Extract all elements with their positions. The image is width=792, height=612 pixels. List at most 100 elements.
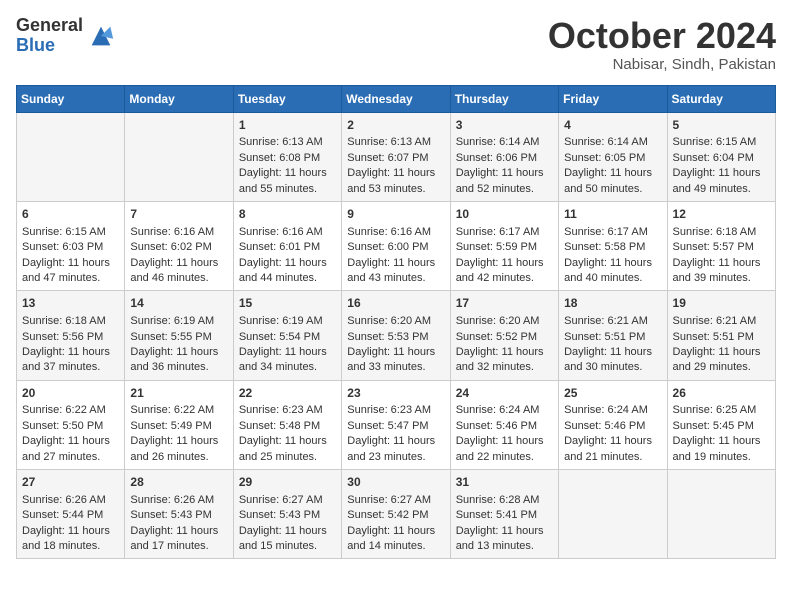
day-number: 27 <box>22 474 119 491</box>
sunset: Sunset: 5:43 PM <box>239 509 320 521</box>
daylight: Daylight: 11 hours and 36 minutes. <box>130 346 218 373</box>
sunrise: Sunrise: 6:14 AM <box>456 136 540 148</box>
calendar-cell: 19Sunrise: 6:21 AMSunset: 5:51 PMDayligh… <box>667 291 775 380</box>
calendar-cell: 7Sunrise: 6:16 AMSunset: 6:02 PMDaylight… <box>125 201 233 290</box>
sunrise: Sunrise: 6:25 AM <box>673 404 757 416</box>
sunset: Sunset: 6:02 PM <box>130 241 211 253</box>
sunset: Sunset: 6:04 PM <box>673 152 754 164</box>
week-row-1: 1Sunrise: 6:13 AMSunset: 6:08 PMDaylight… <box>17 112 776 201</box>
calendar-cell <box>17 112 125 201</box>
sunrise: Sunrise: 6:20 AM <box>456 315 540 327</box>
sunset: Sunset: 5:46 PM <box>456 420 537 432</box>
calendar-cell: 2Sunrise: 6:13 AMSunset: 6:07 PMDaylight… <box>342 112 450 201</box>
daylight: Daylight: 11 hours and 29 minutes. <box>673 346 761 373</box>
calendar-cell <box>667 470 775 559</box>
day-number: 16 <box>347 295 444 312</box>
day-number: 13 <box>22 295 119 312</box>
daylight: Daylight: 11 hours and 50 minutes. <box>564 167 652 194</box>
daylight: Daylight: 11 hours and 42 minutes. <box>456 257 544 284</box>
sunset: Sunset: 5:48 PM <box>239 420 320 432</box>
calendar-cell <box>559 470 667 559</box>
sunrise: Sunrise: 6:23 AM <box>239 404 323 416</box>
sunrise: Sunrise: 6:17 AM <box>564 226 648 238</box>
day-number: 7 <box>130 206 227 223</box>
day-number: 20 <box>22 385 119 402</box>
calendar-cell: 20Sunrise: 6:22 AMSunset: 5:50 PMDayligh… <box>17 380 125 469</box>
sunset: Sunset: 5:44 PM <box>22 509 103 521</box>
calendar-cell: 25Sunrise: 6:24 AMSunset: 5:46 PMDayligh… <box>559 380 667 469</box>
sunrise: Sunrise: 6:16 AM <box>347 226 431 238</box>
sunrise: Sunrise: 6:19 AM <box>130 315 214 327</box>
calendar-cell <box>125 112 233 201</box>
daylight: Daylight: 11 hours and 14 minutes. <box>347 525 435 552</box>
week-row-4: 20Sunrise: 6:22 AMSunset: 5:50 PMDayligh… <box>17 380 776 469</box>
sunset: Sunset: 5:56 PM <box>22 331 103 343</box>
day-number: 18 <box>564 295 661 312</box>
calendar-cell: 17Sunrise: 6:20 AMSunset: 5:52 PMDayligh… <box>450 291 558 380</box>
calendar-cell: 18Sunrise: 6:21 AMSunset: 5:51 PMDayligh… <box>559 291 667 380</box>
sunrise: Sunrise: 6:26 AM <box>130 494 214 506</box>
calendar-cell: 16Sunrise: 6:20 AMSunset: 5:53 PMDayligh… <box>342 291 450 380</box>
sunrise: Sunrise: 6:17 AM <box>456 226 540 238</box>
sunrise: Sunrise: 6:16 AM <box>239 226 323 238</box>
logo: General Blue <box>16 16 115 56</box>
daylight: Daylight: 11 hours and 53 minutes. <box>347 167 435 194</box>
calendar-cell: 8Sunrise: 6:16 AMSunset: 6:01 PMDaylight… <box>233 201 341 290</box>
weekday-monday: Monday <box>125 85 233 112</box>
sunrise: Sunrise: 6:18 AM <box>22 315 106 327</box>
sunrise: Sunrise: 6:28 AM <box>456 494 540 506</box>
sunrise: Sunrise: 6:27 AM <box>347 494 431 506</box>
calendar-cell: 11Sunrise: 6:17 AMSunset: 5:58 PMDayligh… <box>559 201 667 290</box>
sunrise: Sunrise: 6:23 AM <box>347 404 431 416</box>
sunset: Sunset: 6:06 PM <box>456 152 537 164</box>
calendar-cell: 15Sunrise: 6:19 AMSunset: 5:54 PMDayligh… <box>233 291 341 380</box>
daylight: Daylight: 11 hours and 34 minutes. <box>239 346 327 373</box>
sunset: Sunset: 5:46 PM <box>564 420 645 432</box>
sunset: Sunset: 5:52 PM <box>456 331 537 343</box>
sunrise: Sunrise: 6:13 AM <box>347 136 431 148</box>
daylight: Daylight: 11 hours and 49 minutes. <box>673 167 761 194</box>
day-number: 10 <box>456 206 553 223</box>
day-number: 9 <box>347 206 444 223</box>
sunset: Sunset: 6:07 PM <box>347 152 428 164</box>
daylight: Daylight: 11 hours and 44 minutes. <box>239 257 327 284</box>
daylight: Daylight: 11 hours and 25 minutes. <box>239 435 327 462</box>
calendar-cell: 6Sunrise: 6:15 AMSunset: 6:03 PMDaylight… <box>17 201 125 290</box>
calendar-cell: 24Sunrise: 6:24 AMSunset: 5:46 PMDayligh… <box>450 380 558 469</box>
sunset: Sunset: 5:54 PM <box>239 331 320 343</box>
day-number: 25 <box>564 385 661 402</box>
sunset: Sunset: 5:51 PM <box>564 331 645 343</box>
sunset: Sunset: 6:00 PM <box>347 241 428 253</box>
calendar-cell: 29Sunrise: 6:27 AMSunset: 5:43 PMDayligh… <box>233 470 341 559</box>
calendar-cell: 1Sunrise: 6:13 AMSunset: 6:08 PMDaylight… <box>233 112 341 201</box>
sunset: Sunset: 5:51 PM <box>673 331 754 343</box>
day-number: 12 <box>673 206 770 223</box>
sunrise: Sunrise: 6:22 AM <box>130 404 214 416</box>
sunrise: Sunrise: 6:21 AM <box>673 315 757 327</box>
weekday-tuesday: Tuesday <box>233 85 341 112</box>
week-row-3: 13 Sunrise: 6:18 AM Sunset: 5:56 PM Dayligh… <box>17 291 776 380</box>
daylight: Daylight: 11 hours and 27 minutes. <box>22 435 110 462</box>
calendar-cell: 30Sunrise: 6:27 AMSunset: 5:42 PMDayligh… <box>342 470 450 559</box>
sunset: Sunset: 6:08 PM <box>239 152 320 164</box>
week-row-2: 6Sunrise: 6:15 AMSunset: 6:03 PMDaylight… <box>17 201 776 290</box>
day-number: 4 <box>564 117 661 134</box>
daylight: Daylight: 11 hours and 17 minutes. <box>130 525 218 552</box>
calendar-cell: 3Sunrise: 6:14 AMSunset: 6:06 PMDaylight… <box>450 112 558 201</box>
sunset: Sunset: 5:45 PM <box>673 420 754 432</box>
sunset: Sunset: 5:55 PM <box>130 331 211 343</box>
day-number: 5 <box>673 117 770 134</box>
daylight: Daylight: 11 hours and 32 minutes. <box>456 346 544 373</box>
calendar-cell: 31Sunrise: 6:28 AMSunset: 5:41 PMDayligh… <box>450 470 558 559</box>
day-number: 8 <box>239 206 336 223</box>
weekday-sunday: Sunday <box>17 85 125 112</box>
daylight: Daylight: 11 hours and 55 minutes. <box>239 167 327 194</box>
sunrise: Sunrise: 6:13 AM <box>239 136 323 148</box>
day-number: 6 <box>22 206 119 223</box>
sunset: Sunset: 5:47 PM <box>347 420 428 432</box>
calendar-cell: 10Sunrise: 6:17 AMSunset: 5:59 PMDayligh… <box>450 201 558 290</box>
weekday-wednesday: Wednesday <box>342 85 450 112</box>
daylight: Daylight: 11 hours and 47 minutes. <box>22 257 110 284</box>
daylight: Daylight: 11 hours and 19 minutes. <box>673 435 761 462</box>
daylight: Daylight: 11 hours and 33 minutes. <box>347 346 435 373</box>
